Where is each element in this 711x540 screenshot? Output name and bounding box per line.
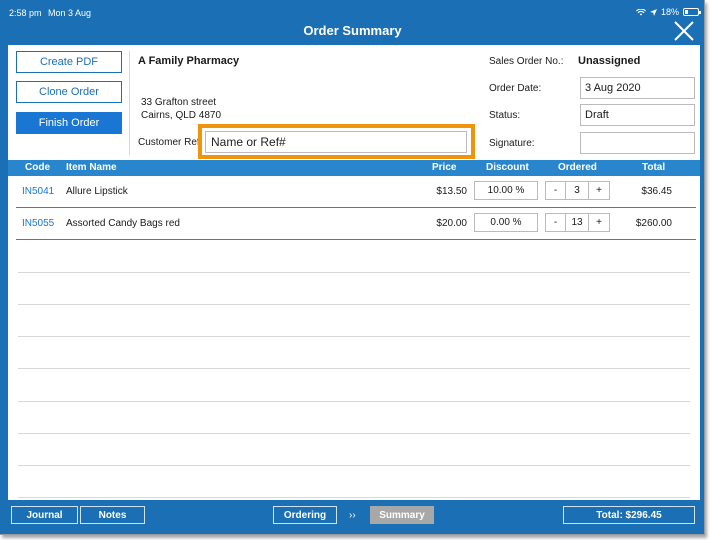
empty-row-line [18, 465, 690, 466]
quantity-stepper: - 13 + [545, 213, 610, 232]
col-item-name: Item Name [66, 162, 117, 173]
finish-order-button[interactable]: Finish Order [16, 112, 122, 134]
signature-field[interactable] [580, 132, 695, 154]
table-header: Code Item Name Price Discount Ordered To… [8, 160, 700, 176]
empty-row-line [18, 497, 690, 498]
status-field[interactable]: Draft [580, 104, 695, 126]
item-price: $13.50 [436, 186, 467, 197]
empty-row-line [18, 401, 690, 402]
item-name: Assorted Candy Bags red [66, 218, 180, 229]
sales-order-value: Unassigned [578, 55, 641, 67]
empty-row-line [18, 304, 690, 305]
location-icon [649, 8, 657, 16]
increment-button[interactable]: + [589, 182, 609, 199]
ordering-tab[interactable]: Ordering [273, 506, 337, 524]
empty-row-line [18, 272, 690, 273]
customer-ref-input[interactable] [205, 131, 467, 153]
order-total: Total: $296.45 [563, 506, 695, 524]
page-title: Order Summary [303, 23, 402, 38]
order-date-field[interactable]: 3 Aug 2020 [580, 77, 695, 99]
item-price: $20.00 [436, 218, 467, 229]
row-divider [16, 239, 696, 240]
title-bar: Order Summary [0, 20, 705, 44]
signature-label: Signature: [489, 138, 535, 149]
sales-order-label: Sales Order No.: [489, 56, 564, 67]
item-total: $36.45 [641, 186, 672, 197]
bottom-toolbar: Journal Notes Ordering ›› Summary Total:… [0, 503, 705, 528]
wifi-icon [635, 8, 646, 15]
quantity-value[interactable]: 13 [566, 214, 589, 231]
customer-ref-label: Customer Ref [138, 137, 200, 148]
quantity-value[interactable]: 3 [566, 182, 589, 199]
battery-icon [683, 8, 701, 16]
status-date: Mon 3 Aug [48, 8, 92, 18]
col-ordered: Ordered [558, 162, 597, 173]
item-name: Allure Lipstick [66, 186, 128, 197]
decrement-button[interactable]: - [546, 182, 566, 199]
decrement-button[interactable]: - [546, 214, 566, 231]
close-icon[interactable] [673, 20, 695, 42]
divider [129, 51, 130, 155]
customer-address-line2: Cairns, QLD 4870 [141, 110, 222, 121]
customer-address-line1: 33 Grafton street [141, 97, 217, 108]
status-time: 2:58 pm [9, 8, 42, 18]
table-row[interactable]: IN5055 Assorted Candy Bags red $20.00 0.… [8, 208, 700, 240]
status-label: Status: [489, 110, 521, 121]
empty-row-line [18, 433, 690, 434]
chevron-right-icon: ›› [349, 510, 356, 521]
status-indicators: 18% [635, 7, 701, 17]
discount-field[interactable]: 0.00 % [474, 213, 538, 232]
increment-button[interactable]: + [589, 214, 609, 231]
status-bar: 2:58 pm Mon 3 Aug 18% [0, 0, 705, 22]
table-row[interactable]: IN5041 Allure Lipstick $13.50 10.00 % - … [8, 176, 700, 208]
col-code: Code [25, 162, 50, 173]
battery-percent: 18% [660, 7, 679, 17]
customer-name: A Family Pharmacy [138, 55, 240, 67]
notes-button[interactable]: Notes [80, 506, 145, 524]
order-date-label: Order Date: [489, 83, 542, 94]
col-price: Price [432, 162, 457, 173]
clone-order-button[interactable]: Clone Order [16, 81, 122, 103]
summary-tab[interactable]: Summary [370, 506, 434, 524]
create-pdf-button[interactable]: Create PDF [16, 51, 122, 73]
customer-ref-highlight [198, 124, 475, 159]
empty-row-line [18, 336, 690, 337]
col-discount: Discount [486, 162, 529, 173]
empty-row-line [18, 368, 690, 369]
order-panel: Create PDF Clone Order Finish Order A Fa… [8, 45, 700, 500]
journal-button[interactable]: Journal [11, 506, 78, 524]
app-window: 2:58 pm Mon 3 Aug 18% Order Summary Crea… [0, 0, 705, 535]
col-total: Total [642, 162, 666, 173]
item-total: $260.00 [635, 218, 672, 229]
item-code[interactable]: IN5055 [22, 218, 54, 229]
item-code[interactable]: IN5041 [22, 186, 54, 197]
quantity-stepper: - 3 + [545, 181, 610, 200]
discount-field[interactable]: 10.00 % [474, 181, 538, 200]
